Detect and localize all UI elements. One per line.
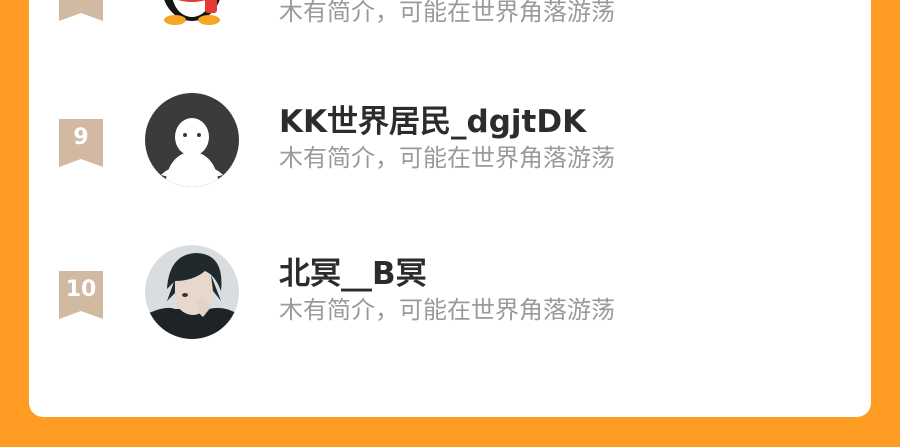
ranking-list-item[interactable]: 9 KK世界居民_dgjtDK 木有简介，可能在世界角落游荡 — [29, 93, 871, 213]
penguin-icon — [145, 0, 239, 41]
ranking-list-item[interactable]: 10 北冥__B冥 木有简介，可能在世界角落游荡 — [29, 245, 871, 365]
user-description: 木有简介，可能在世界角落游荡 — [279, 296, 615, 324]
avatar[interactable] — [145, 245, 239, 339]
rank-badge: 9 — [59, 119, 103, 167]
ranking-list-item[interactable]: 8 p 木有简介，可能在世界角落游荡 — [29, 0, 871, 67]
user-description: 木有简介，可能在世界角落游荡 — [279, 144, 615, 172]
default-avatar-icon — [145, 93, 239, 187]
ranking-card: 8 p 木有简介，可能在世界角落游荡 9 — [29, 0, 871, 417]
rank-number: 8 — [59, 0, 103, 4]
rank-number: 10 — [65, 277, 97, 302]
user-name[interactable]: 北冥__B冥 — [279, 255, 427, 293]
rank-badge: 10 — [59, 271, 103, 319]
avatar[interactable] — [145, 0, 239, 41]
user-name[interactable]: KK世界居民_dgjtDK — [279, 103, 586, 141]
user-description: 木有简介，可能在世界角落游荡 — [279, 0, 615, 26]
rank-badge: 8 — [59, 0, 103, 21]
anime-portrait-icon — [145, 245, 239, 339]
rank-number: 9 — [73, 125, 89, 150]
avatar[interactable] — [145, 93, 239, 187]
